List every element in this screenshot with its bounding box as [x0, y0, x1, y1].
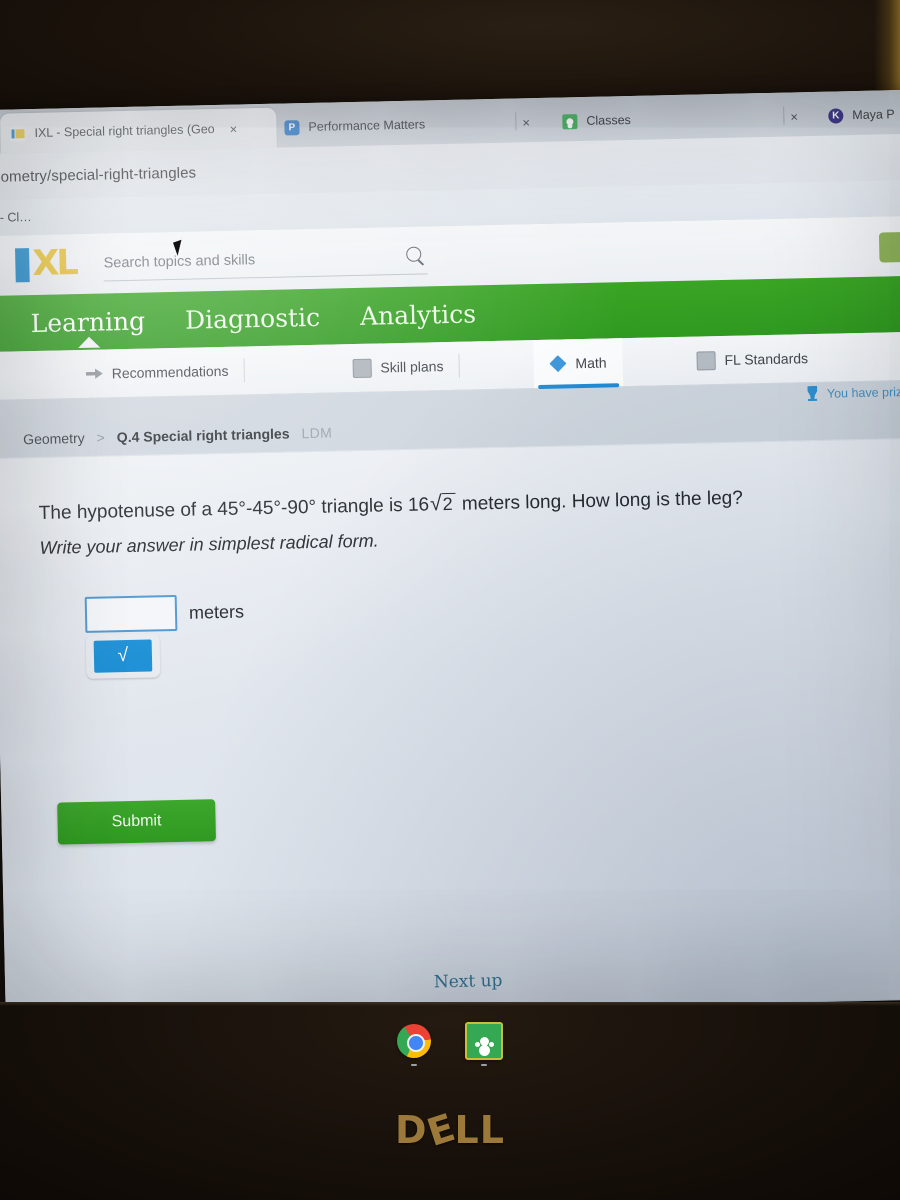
trophy-icon	[805, 386, 820, 401]
active-app-dot	[411, 1064, 417, 1066]
skill-plans-icon	[352, 358, 372, 378]
nav-item-learning[interactable]: Learning	[30, 306, 146, 348]
math-keypad: √	[85, 633, 161, 679]
active-nav-caret-icon	[78, 336, 101, 348]
address-bar-url: /geometry/special-right-triangles	[0, 163, 197, 186]
browser-tab-title: Classes	[586, 112, 631, 128]
ixl-favicon-icon	[10, 125, 26, 141]
browser-tab-performance-matters[interactable]: P Performance Matters	[274, 102, 545, 148]
answer-input[interactable]	[84, 594, 178, 633]
browser-tab-title: Maya P	[852, 107, 895, 123]
chromeos-shelf	[0, 1010, 900, 1072]
tab-close-icon[interactable]: ×	[516, 115, 536, 130]
question-prompt: The hypotenuse of a 45°-45°-90° triangle…	[39, 482, 869, 528]
subnav-item-math[interactable]: Math	[532, 338, 624, 389]
tab-close-icon[interactable]: ×	[223, 121, 243, 136]
recommendations-icon	[86, 365, 103, 382]
browser-tab-title: Performance Matters	[308, 117, 426, 134]
radical-keypad-button[interactable]: √	[93, 639, 153, 673]
answer-unit-label: meters	[188, 600, 245, 623]
question-instruction: Write your answer in simplest radical fo…	[39, 530, 379, 558]
breadcrumb-subject[interactable]: Geometry	[23, 430, 85, 447]
answer-row: meters	[84, 593, 245, 633]
browser-tab-ixl[interactable]: IXL - Special right triangles (Geo ×	[0, 107, 277, 154]
performance-matters-favicon-icon: P	[284, 119, 300, 135]
ixl-logo-xl-text: XL	[31, 243, 77, 285]
ixl-logo-i-mark	[15, 248, 30, 283]
nav-item-label: Learning	[30, 306, 146, 338]
dell-brand-logo: DELL	[0, 1104, 900, 1156]
question-card: The hypotenuse of a 45°-45°-90° triangle…	[0, 437, 900, 1019]
subnav-item-label: FL Standards	[724, 350, 809, 368]
submit-button[interactable]: Submit	[57, 799, 217, 845]
bookmark-item[interactable]: ua - Cl…	[0, 210, 32, 225]
subnav-item-skill-plans[interactable]: Skill plans	[336, 342, 460, 393]
dell-logo-text: DELL	[395, 1104, 505, 1156]
browser-tab-performance-matters-close[interactable]: ×	[506, 102, 546, 143]
active-app-dot	[481, 1064, 487, 1066]
question-prompt-part2: meters long. How long is the leg?	[461, 487, 744, 515]
browser-tab-classes-close[interactable]: ×	[774, 96, 814, 137]
kahoot-favicon-icon: K	[828, 107, 844, 124]
subnav-divider	[243, 358, 245, 383]
browser-tab-title: IXL - Special right triangles (Geo	[34, 122, 215, 140]
breadcrumb-skill: Q.4 Special right triangles	[116, 425, 290, 446]
chrome-icon[interactable]	[397, 1024, 431, 1066]
tab-close-icon[interactable]: ×	[784, 109, 804, 124]
search-icon[interactable]	[406, 246, 422, 262]
subnav-item-label: Skill plans	[380, 358, 444, 376]
account-badge[interactable]	[878, 231, 900, 263]
question-prompt-part1: The hypotenuse of a 45°-45°-90° triangle…	[38, 494, 430, 524]
nav-item-analytics[interactable]: Analytics	[360, 299, 477, 331]
breadcrumb-skill-code: LDM	[301, 424, 333, 442]
subnav-item-label: Math	[575, 354, 607, 372]
subnav-item-fl-standards[interactable]: FL Standards	[680, 334, 825, 385]
standards-icon	[696, 350, 716, 371]
photo-of-laptop-screen: IXL - Special right triangles (Geo × P P…	[0, 0, 900, 1200]
subnav-item-label: Recommendations	[111, 362, 229, 382]
radical-sign: √	[429, 492, 442, 516]
radicand: 2	[441, 492, 456, 514]
breadcrumb-separator-icon: >	[96, 429, 106, 446]
laptop-screen: IXL - Special right triangles (Geo × P P…	[0, 89, 900, 1020]
nav-item-diagnostic[interactable]: Diagnostic	[185, 302, 321, 334]
math-icon	[549, 355, 566, 372]
prizes-notice[interactable]: You have prizes t	[805, 384, 900, 402]
radical-expression: √ 2	[429, 492, 456, 516]
browser-tab-maya[interactable]: K Maya P	[818, 93, 900, 136]
ixl-logo[interactable]: XL	[15, 243, 77, 285]
subnav-item-recommendations[interactable]: Recommendations	[69, 346, 245, 398]
prizes-label: You have prizes t	[826, 384, 900, 401]
google-classroom-icon[interactable]	[465, 1022, 503, 1066]
search-input[interactable]: Search topics and skills	[103, 238, 428, 281]
google-classroom-favicon-icon	[562, 113, 578, 129]
subnav-divider	[458, 353, 460, 378]
breadcrumb: Geometry > Q.4 Special right triangles L…	[23, 425, 332, 448]
